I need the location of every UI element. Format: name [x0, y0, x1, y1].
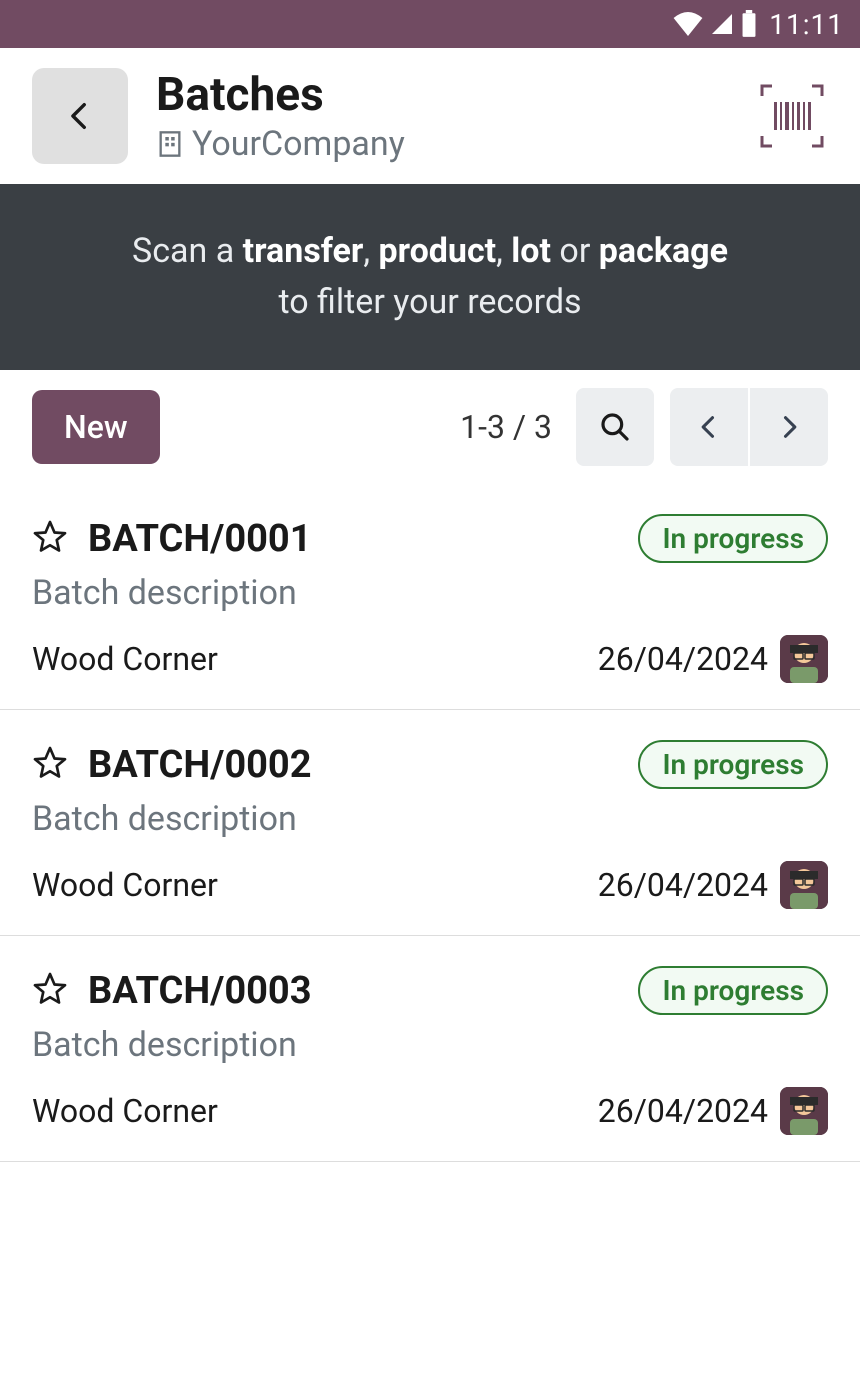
- wifi-icon: [673, 12, 703, 36]
- search-icon: [599, 411, 631, 443]
- chevron-left-icon: [63, 99, 97, 133]
- barcode-scan-icon: [756, 80, 828, 152]
- signal-icon: [709, 12, 735, 36]
- star-icon[interactable]: [32, 745, 68, 785]
- scan-b4: package: [599, 231, 728, 271]
- new-button[interactable]: New: [32, 390, 160, 464]
- batch-partner: Wood Corner: [32, 1092, 586, 1130]
- chevron-left-icon: [695, 413, 723, 441]
- batch-name: BATCH/0003: [88, 969, 618, 1013]
- batch-name: BATCH/0001: [88, 517, 618, 561]
- search-button[interactable]: [576, 388, 654, 466]
- building-icon: [156, 130, 184, 158]
- page-info: 1-3 / 3: [460, 408, 552, 446]
- scan-text-line2: to filter your records: [278, 282, 581, 322]
- list-item[interactable]: BATCH/0003 In progress Batch description…: [0, 936, 860, 1162]
- avatar: [780, 635, 828, 683]
- battery-icon: [741, 10, 757, 38]
- batch-name: BATCH/0002: [88, 743, 618, 787]
- page-title: Batches: [156, 68, 720, 122]
- header-titles: Batches YourCompany: [156, 68, 720, 164]
- batch-description: Batch description: [32, 573, 828, 613]
- avatar: [780, 861, 828, 909]
- status-time: 11:11: [769, 8, 844, 41]
- status-badge: In progress: [638, 514, 828, 563]
- batch-description: Batch description: [32, 1025, 828, 1065]
- chevron-right-icon: [775, 413, 803, 441]
- scan-b2: product: [379, 231, 497, 271]
- star-icon[interactable]: [32, 519, 68, 559]
- batch-date: 26/04/2024: [598, 866, 768, 904]
- star-icon[interactable]: [32, 971, 68, 1011]
- list-item[interactable]: BATCH/0002 In progress Batch description…: [0, 710, 860, 936]
- pager: [670, 388, 828, 466]
- scan-b1: transfer: [243, 231, 364, 271]
- avatar: [780, 1087, 828, 1135]
- app-header: Batches YourCompany: [0, 48, 860, 184]
- prev-page-button[interactable]: [670, 388, 748, 466]
- list-toolbar: New 1-3 / 3: [0, 370, 860, 484]
- batch-date: 26/04/2024: [598, 640, 768, 678]
- company-name: YourCompany: [192, 124, 405, 164]
- company-subtitle: YourCompany: [156, 124, 720, 164]
- status-badge: In progress: [638, 966, 828, 1015]
- batch-list: BATCH/0001 In progress Batch description…: [0, 484, 860, 1162]
- batch-partner: Wood Corner: [32, 866, 586, 904]
- scan-text-prefix: Scan a: [132, 231, 243, 271]
- back-button[interactable]: [32, 68, 128, 164]
- list-item[interactable]: BATCH/0001 In progress Batch description…: [0, 484, 860, 710]
- scan-b3: lot: [511, 231, 551, 271]
- status-bar: 11:11: [0, 0, 860, 48]
- next-page-button[interactable]: [750, 388, 828, 466]
- status-badge: In progress: [638, 740, 828, 789]
- batch-date: 26/04/2024: [598, 1092, 768, 1130]
- batch-description: Batch description: [32, 799, 828, 839]
- batch-partner: Wood Corner: [32, 640, 586, 678]
- scan-banner: Scan a transfer, product, lot or package…: [0, 184, 860, 370]
- scan-button[interactable]: [748, 72, 836, 160]
